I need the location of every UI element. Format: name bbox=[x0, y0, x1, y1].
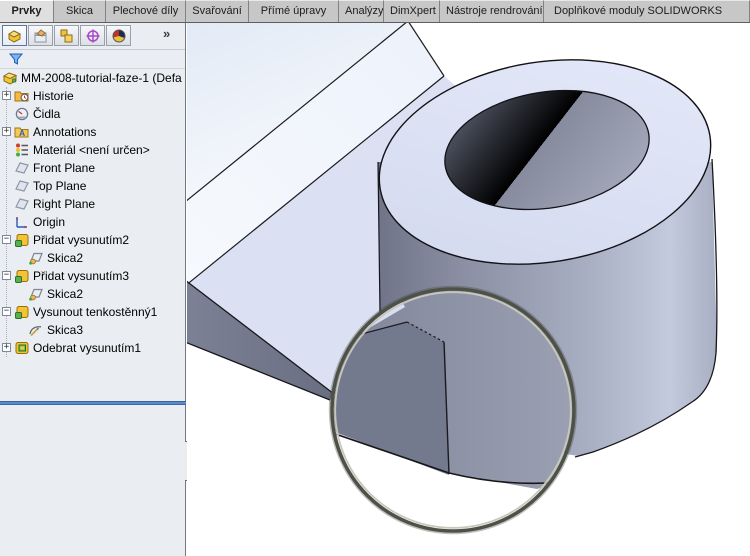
tree-row-front-plane[interactable]: Front Plane bbox=[0, 159, 186, 177]
cut-extrude-icon bbox=[15, 342, 29, 354]
toolbar-overflow-chevron[interactable]: » bbox=[163, 26, 170, 41]
tree-item-label: Annotations bbox=[33, 125, 97, 139]
svg-text:A: A bbox=[19, 128, 25, 138]
tab-prvky[interactable]: Prvky bbox=[0, 0, 54, 22]
material-icon bbox=[16, 143, 28, 157]
graphics-viewport[interactable] bbox=[184, 20, 750, 556]
sensors-icon bbox=[15, 107, 29, 121]
tree-item-label: Skica3 bbox=[47, 323, 84, 337]
tree-row-root[interactable]: MM-2008-tutorial-faze-1 (Defa bbox=[0, 69, 186, 87]
tree-item-label: Skica2 bbox=[47, 287, 84, 301]
featuremanager-tree-button[interactable] bbox=[2, 25, 27, 46]
collapse-toggle[interactable]: − bbox=[2, 235, 11, 244]
configurationmanager-icon bbox=[60, 29, 72, 42]
boss-extrude-icon bbox=[15, 234, 29, 247]
tree-item-label: Right Plane bbox=[33, 197, 96, 211]
featuremanager-tree-icon bbox=[7, 29, 21, 43]
tree-item-label: MM-2008-tutorial-faze-1 (Defa bbox=[21, 71, 182, 85]
featuremanager-panel: » MM-2008-tutorial-faze-1 (Defa + Histor… bbox=[0, 23, 195, 556]
plane-icon bbox=[15, 198, 29, 210]
tree-row-historie[interactable]: + Historie bbox=[0, 87, 186, 105]
part-icon bbox=[2, 72, 18, 85]
tree-item-label: Skica2 bbox=[47, 251, 84, 265]
collapse-toggle[interactable]: − bbox=[2, 271, 11, 280]
thin-extrude-icon bbox=[15, 306, 29, 319]
tree-row-cidla[interactable]: Čidla bbox=[0, 105, 186, 123]
boss-extrude-icon bbox=[15, 270, 29, 283]
tab-dimxpert[interactable]: DimXpert bbox=[384, 0, 440, 22]
tree-item-label: Origin bbox=[33, 215, 66, 229]
dimxpertmanager-button[interactable] bbox=[80, 25, 105, 46]
tree-item-label: Vysunout tenkostěnný1 bbox=[33, 305, 158, 319]
tree-row-annotations[interactable]: + A Annotations bbox=[0, 123, 186, 141]
expand-toggle[interactable]: + bbox=[2, 343, 11, 352]
propertymanager-icon bbox=[34, 28, 46, 42]
tab-doplnkove-moduly[interactable]: Doplňkové moduly SOLIDWORKS bbox=[544, 0, 750, 22]
panel-tab-toolbar: » bbox=[0, 23, 185, 50]
configurationmanager-button[interactable] bbox=[54, 25, 79, 46]
tree-row-material[interactable]: Materiál <není určen> bbox=[0, 141, 186, 159]
tab-svarovani[interactable]: Svařování bbox=[186, 0, 249, 22]
rollback-bar[interactable] bbox=[0, 401, 186, 405]
solidworks-window: Prvky Skica Plechové díly Svařování Přím… bbox=[0, 0, 750, 556]
tab-nastroje-rendrovani[interactable]: Nástroje rendrování bbox=[440, 0, 544, 22]
sketch-icon bbox=[29, 288, 43, 301]
tree-row-right-plane[interactable]: Right Plane bbox=[0, 195, 186, 213]
tree-row-pridat-vysunutim3[interactable]: − Přidat vysunutím3 bbox=[0, 267, 186, 285]
tree-row-skica3[interactable]: Skica3 bbox=[0, 321, 186, 339]
tree-row-top-plane[interactable]: Top Plane bbox=[0, 177, 186, 195]
expand-toggle[interactable]: + bbox=[2, 127, 11, 136]
filter-funnel-icon[interactable] bbox=[8, 51, 24, 67]
history-folder-icon bbox=[14, 91, 29, 102]
origin-icon bbox=[15, 217, 27, 229]
model-canvas bbox=[184, 20, 750, 556]
tree-row-pridat-vysunutim2[interactable]: − Přidat vysunutím2 bbox=[0, 231, 186, 249]
displaymanager-icon bbox=[112, 29, 125, 42]
tree-row-skica2[interactable]: Skica2 bbox=[0, 249, 186, 267]
expand-toggle[interactable]: + bbox=[2, 91, 11, 100]
tree-filter-row bbox=[0, 50, 185, 69]
tab-plechove-dily[interactable]: Plechové díly bbox=[106, 0, 186, 22]
tree-row-skica2b[interactable]: Skica2 bbox=[0, 285, 186, 303]
dimxpertmanager-icon bbox=[86, 29, 99, 42]
tree-item-label: Přidat vysunutím2 bbox=[33, 233, 130, 247]
plane-icon bbox=[15, 162, 29, 174]
feature-tree: MM-2008-tutorial-faze-1 (Defa + Historie… bbox=[0, 69, 186, 405]
tree-item-label: Top Plane bbox=[33, 179, 87, 193]
tree-item-label: Čidla bbox=[33, 107, 61, 121]
tree-item-label: Odebrat vysunutím1 bbox=[33, 341, 142, 355]
displaymanager-button[interactable] bbox=[106, 25, 131, 46]
tree-item-label: Front Plane bbox=[33, 161, 96, 175]
tree-row-origin[interactable]: Origin bbox=[0, 213, 186, 231]
annotations-folder-icon: A bbox=[14, 127, 29, 138]
plane-icon bbox=[15, 180, 29, 192]
tree-item-label: Materiál <není určen> bbox=[33, 143, 150, 157]
tab-skica[interactable]: Skica bbox=[54, 0, 106, 22]
tree-row-vysunout-tenkostenny1[interactable]: − Vysunout tenkostěnný1 bbox=[0, 303, 186, 321]
tree-row-odebrat-vysunutim1[interactable]: + Odebrat vysunutím1 bbox=[0, 339, 186, 357]
open-sketch-icon bbox=[29, 326, 42, 337]
tab-prime-upravy[interactable]: Přímé úpravy bbox=[249, 0, 339, 22]
tab-analyzy[interactable]: Analýzy bbox=[339, 0, 384, 22]
commandmanager-tabbar: Prvky Skica Plechové díly Svařování Přím… bbox=[0, 0, 750, 23]
sketch-icon bbox=[29, 252, 43, 265]
tree-item-label: Přidat vysunutím3 bbox=[33, 269, 130, 283]
collapse-toggle[interactable]: − bbox=[2, 307, 11, 316]
tree-item-label: Historie bbox=[33, 89, 74, 103]
propertymanager-button[interactable] bbox=[28, 25, 53, 46]
